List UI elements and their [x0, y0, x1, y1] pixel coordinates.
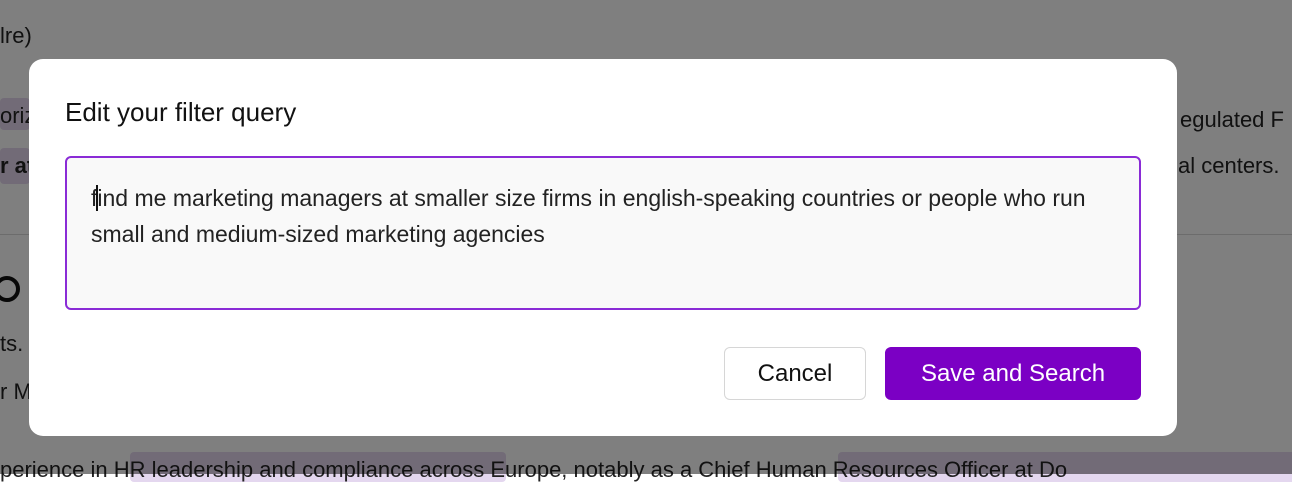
filter-query-text[interactable]: find me marketing managers at smaller si…: [91, 180, 1115, 252]
save-and-search-button[interactable]: Save and Search: [885, 347, 1141, 400]
edit-filter-dialog: Edit your filter query find me marketing…: [29, 59, 1177, 436]
cancel-button[interactable]: Cancel: [724, 347, 866, 400]
filter-query-textarea[interactable]: find me marketing managers at smaller si…: [65, 156, 1141, 310]
dialog-title: Edit your filter query: [65, 97, 297, 127]
